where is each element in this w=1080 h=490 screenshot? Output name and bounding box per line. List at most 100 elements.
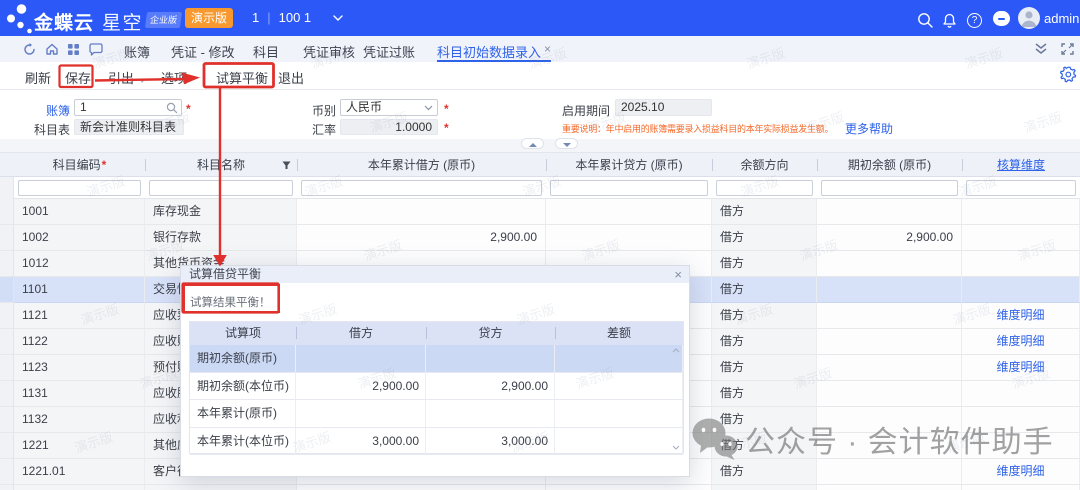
- column-header-debit[interactable]: 本年累计借方 (原币): [297, 153, 546, 178]
- cell-dim[interactable]: 维度明细: [962, 329, 1080, 355]
- collapse-down-button[interactable]: [555, 138, 578, 149]
- tab-3[interactable]: 科目: [253, 42, 279, 61]
- cell-direction[interactable]: 借方: [712, 251, 817, 277]
- grid-row-1002[interactable]: 1002银行存款2,900.00借方2,900.00: [0, 225, 1080, 251]
- cell-opening[interactable]: [817, 329, 962, 355]
- cell-dim[interactable]: 维度明细: [962, 355, 1080, 381]
- cell-direction[interactable]: 借方: [712, 407, 817, 433]
- help-icon[interactable]: ?: [967, 13, 982, 28]
- cell-direction[interactable]: 借方: [712, 381, 817, 407]
- row-selector[interactable]: [0, 407, 14, 433]
- cell-opening[interactable]: [817, 407, 962, 433]
- currency-chevron-down-icon[interactable]: [424, 105, 433, 111]
- apps-grid-icon[interactable]: [67, 43, 80, 56]
- org-chevron-down-icon[interactable]: [332, 14, 344, 22]
- home-icon[interactable]: [45, 42, 59, 56]
- fullscreen-icon[interactable]: [1061, 43, 1074, 55]
- cell-credit[interactable]: [546, 225, 712, 251]
- dialog-close-icon[interactable]: ×: [674, 267, 682, 282]
- book-lookup-icon[interactable]: [166, 102, 178, 114]
- cell-dim[interactable]: [962, 199, 1080, 225]
- cell-debit[interactable]: 2,900.00: [297, 225, 546, 251]
- toolbar-button-6[interactable]: 退出: [278, 68, 304, 87]
- cell-dim[interactable]: [962, 485, 1080, 490]
- cell-opening[interactable]: [817, 251, 962, 277]
- cell-direction[interactable]: 借方: [712, 355, 817, 381]
- toolbar-button-5[interactable]: 试算平衡: [216, 68, 268, 87]
- cell-code[interactable]: 1002: [14, 225, 145, 251]
- grid-row-empty[interactable]: [0, 485, 1080, 490]
- cell-dim[interactable]: [962, 433, 1080, 459]
- dimension-detail-link[interactable]: 维度明细: [996, 334, 1044, 348]
- dialog-row-2[interactable]: 期初余额(本位币)2,900.002,900.00: [190, 373, 683, 401]
- cell-code[interactable]: 1101: [14, 277, 145, 303]
- dimension-detail-link[interactable]: 维度明细: [996, 360, 1044, 374]
- cell-code[interactable]: 1121: [14, 303, 145, 329]
- assistant-icon[interactable]: [993, 11, 1010, 26]
- cell-opening[interactable]: [817, 355, 962, 381]
- collapse-up-button[interactable]: [521, 138, 544, 149]
- dialog-row-4[interactable]: 本年累计(本位币)3,000.003,000.00: [190, 428, 683, 456]
- cell-code[interactable]: 1221: [14, 433, 145, 459]
- cell-direction[interactable]: 借方: [712, 459, 817, 485]
- cell-direction[interactable]: 借方: [712, 277, 817, 303]
- cell-direction[interactable]: 借方: [712, 199, 817, 225]
- username[interactable]: admin: [1044, 11, 1079, 26]
- cell-name[interactable]: 银行存款: [145, 225, 297, 251]
- cell-name[interactable]: [145, 485, 297, 490]
- cell-credit[interactable]: [546, 199, 712, 225]
- dialog-row-1[interactable]: 期初余额(原币): [190, 345, 683, 373]
- cell-code[interactable]: 1122: [14, 329, 145, 355]
- column-header-credit[interactable]: 本年累计贷方 (原币): [546, 153, 712, 178]
- cell-code[interactable]: 1221.01: [14, 459, 145, 485]
- cell-code[interactable]: 1132: [14, 407, 145, 433]
- cell-credit[interactable]: [546, 485, 712, 490]
- cell-dim[interactable]: [962, 407, 1080, 433]
- message-icon[interactable]: [89, 43, 103, 56]
- cell-code[interactable]: 1001: [14, 199, 145, 225]
- row-selector[interactable]: [0, 485, 14, 490]
- toolbar-button-2[interactable]: 保存: [65, 68, 91, 87]
- cell-opening[interactable]: [817, 485, 962, 490]
- row-selector[interactable]: [0, 355, 14, 381]
- tab-5[interactable]: 凭证过账: [363, 42, 415, 61]
- filter-input-name[interactable]: [149, 180, 293, 196]
- sync-icon[interactable]: [23, 43, 36, 56]
- row-selector[interactable]: [0, 329, 14, 355]
- filter-input-debit[interactable]: [301, 180, 542, 196]
- tab-4[interactable]: 凭证审核: [303, 42, 355, 61]
- row-selector[interactable]: [0, 199, 14, 225]
- row-selector[interactable]: [0, 225, 14, 251]
- cell-opening[interactable]: [817, 381, 962, 407]
- row-selector[interactable]: [0, 459, 14, 485]
- cell-code[interactable]: 1012: [14, 251, 145, 277]
- dimension-detail-link[interactable]: 维度明细: [996, 464, 1044, 478]
- filter-input-opening[interactable]: [821, 180, 958, 196]
- cell-debit[interactable]: [297, 199, 546, 225]
- tab-close-icon[interactable]: ×: [544, 42, 551, 56]
- column-header-direction[interactable]: 余额方向: [712, 153, 817, 178]
- row-selector[interactable]: [0, 251, 14, 277]
- filter-funnel-icon[interactable]: [282, 161, 291, 170]
- tab-2[interactable]: 凭证 - 修改: [171, 42, 235, 61]
- column-header-opening[interactable]: 期初余额 (原币): [817, 153, 962, 178]
- row-selector[interactable]: [0, 303, 14, 329]
- cell-dim[interactable]: [962, 225, 1080, 251]
- toolbar-button-1[interactable]: 刷新: [25, 68, 51, 87]
- cell-dim[interactable]: [962, 251, 1080, 277]
- tab-6[interactable]: 科目初始数据录入: [437, 42, 541, 61]
- scroll-down-icon[interactable]: [672, 445, 682, 450]
- cell-direction[interactable]: [712, 485, 817, 490]
- cell-code[interactable]: 1123: [14, 355, 145, 381]
- cell-opening[interactable]: [817, 433, 962, 459]
- cell-opening[interactable]: 2,900.00: [817, 225, 962, 251]
- cell-opening[interactable]: [817, 459, 962, 485]
- dimension-detail-link[interactable]: 维度明细: [996, 308, 1044, 322]
- cell-direction[interactable]: 借方: [712, 433, 817, 459]
- cell-dim[interactable]: [962, 381, 1080, 407]
- cell-code[interactable]: [14, 485, 145, 490]
- tab-1[interactable]: 账簿: [124, 42, 150, 61]
- filter-input-dim[interactable]: [966, 180, 1076, 196]
- settings-gear-icon[interactable]: [1060, 66, 1077, 83]
- collapse-tabs-icon[interactable]: [1034, 42, 1048, 55]
